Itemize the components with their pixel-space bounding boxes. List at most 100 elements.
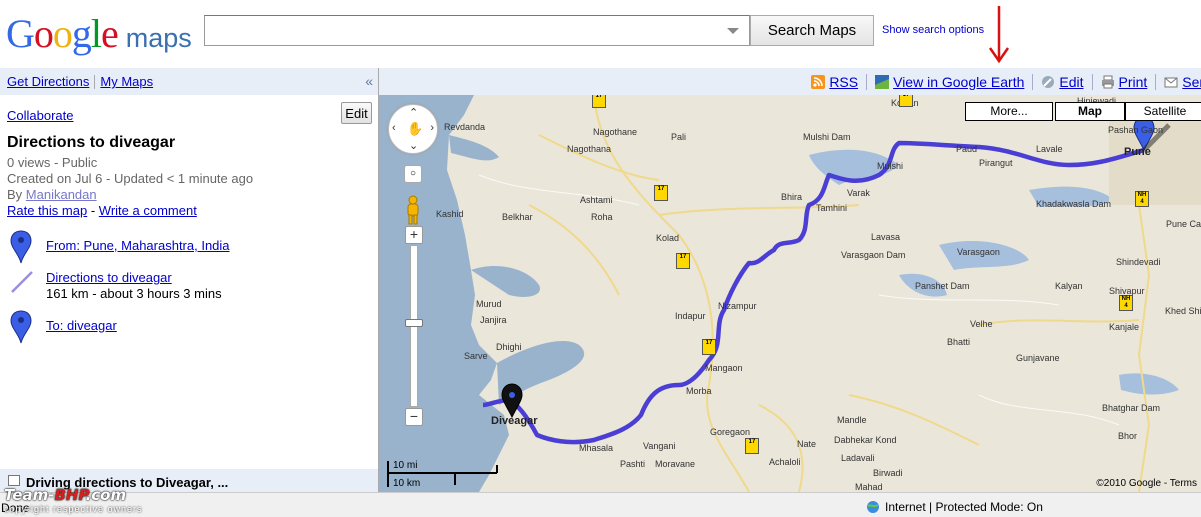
watermark-com: .com [85, 486, 127, 504]
diveagar-marker[interactable] [501, 383, 523, 419]
town-label: Goregaon [710, 427, 751, 437]
earth-label[interactable]: View in Google Earth [893, 74, 1024, 90]
more-layers-button[interactable]: More... [965, 102, 1053, 121]
logo-google: Google [6, 10, 119, 57]
send-link[interactable]: Send [1164, 74, 1201, 90]
left-nav: Get Directions My Maps « [0, 68, 378, 95]
write-comment-link[interactable]: Write a comment [99, 203, 197, 218]
logo-letter: o [52, 11, 73, 56]
pan-up-icon[interactable]: ⌃ [409, 106, 418, 119]
town-label: Khadakwasla Dam [1036, 199, 1112, 209]
scale-miles: 10 mi [393, 460, 418, 471]
created-text: Created on Jul 6 - Updated < 1 minute ag… [7, 171, 254, 186]
print-label[interactable]: Print [1119, 74, 1148, 90]
map-canvas[interactable]: RevdandaNagothanePaliKolvanHinjewadiMuls… [379, 95, 1201, 492]
rate-separator: - [90, 203, 96, 218]
town-label: Kanjale [1109, 322, 1140, 332]
rss-link[interactable]: RSS [811, 74, 858, 90]
rate-map-link[interactable]: Rate this map [7, 203, 87, 218]
creek-shape [471, 265, 540, 297]
author-line: By Manikandan [7, 187, 97, 202]
route-info: 161 km - about 3 hours 3 mins [46, 286, 222, 301]
pan-down-icon[interactable]: ⌄ [409, 139, 418, 152]
author-link[interactable]: Manikandan [26, 187, 97, 202]
zoom-in-button[interactable]: + [405, 226, 423, 244]
town-label: Revdanda [444, 122, 486, 132]
satellite-view-button[interactable]: Satellite [1125, 102, 1201, 121]
edit-button[interactable]: Edit [341, 102, 372, 124]
zoom-out-button[interactable]: − [405, 408, 423, 426]
collapse-panel-icon[interactable]: « [365, 73, 373, 89]
edit-pencil-icon [1042, 75, 1055, 88]
town-label: Mahad [855, 482, 883, 492]
zoom-slider-thumb[interactable] [405, 319, 423, 327]
google-earth-icon [875, 74, 890, 89]
to-link[interactable]: To: diveagar [46, 318, 117, 333]
views-text: 0 views - Public [7, 155, 98, 170]
security-zone[interactable]: Internet | Protected Mode: On [866, 500, 1043, 514]
get-directions-link[interactable]: Get Directions [7, 74, 89, 89]
toolbar-separator [866, 73, 868, 90]
logo-maps: maps [125, 23, 192, 53]
town-label: Sarve [464, 351, 488, 361]
town-label: Nizampur [718, 301, 757, 311]
town-label: Mulshi Dam [803, 132, 851, 142]
town-label: Kalyan [1055, 281, 1083, 291]
town-label: Dabhekar Kond [834, 435, 897, 445]
highway-shield: 17 [745, 438, 759, 454]
nav-separator [94, 74, 96, 89]
route-link[interactable]: Directions to diveagar [46, 270, 172, 285]
town-label: Panshet Dam [915, 281, 970, 291]
town-label: Belkhar [502, 212, 533, 222]
map-terrain [379, 95, 1201, 492]
by-label: By [7, 187, 23, 202]
town-label: Morba [686, 386, 712, 396]
town-label: Indapur [675, 311, 706, 321]
rss-label[interactable]: RSS [829, 74, 858, 90]
route-line-icon [11, 271, 33, 293]
town-label: Kolad [656, 233, 680, 243]
map-view-button[interactable]: Map [1055, 102, 1125, 121]
my-maps-link[interactable]: My Maps [100, 74, 153, 89]
collaborate-link[interactable]: Collaborate [7, 108, 74, 123]
search-box[interactable] [204, 15, 750, 46]
logo-letter: l [90, 11, 102, 56]
send-label[interactable]: Send [1182, 74, 1201, 90]
logo-letter: o [33, 11, 54, 56]
town-label: Pashan Gaon [1108, 125, 1164, 135]
search-input[interactable] [205, 16, 725, 45]
pan-control[interactable]: ⌃ ‹ › ⌄ ✋ [388, 104, 438, 154]
pan-left-icon[interactable]: ‹ [392, 122, 396, 134]
town-label: Paud [956, 144, 978, 154]
town-label: Birwadi [873, 468, 903, 478]
google-maps-logo[interactable]: Google maps [6, 10, 192, 57]
rate-line: Rate this map - Write a comment [7, 203, 197, 218]
blue-marker-icon [10, 230, 32, 264]
reset-view-icon[interactable]: ○ [404, 165, 422, 183]
town-label: Mhasala [579, 443, 614, 453]
search-maps-button[interactable]: Search Maps [750, 15, 874, 46]
from-link[interactable]: From: Pune, Maharashtra, India [46, 238, 230, 253]
pan-right-icon[interactable]: › [430, 122, 434, 134]
left-panel: Get Directions My Maps « Collaborate Edi… [0, 68, 379, 469]
internet-globe-icon [867, 501, 879, 513]
edit-label[interactable]: Edit [1059, 74, 1083, 90]
copyright-text[interactable]: ©2010 Google - Terms [1096, 478, 1197, 489]
town-label: Mandle [837, 415, 867, 425]
town-label: Varasgaon Dam [841, 250, 906, 260]
view-in-google-earth-link[interactable]: View in Google Earth [875, 74, 1024, 90]
town-label: Roha [591, 212, 613, 222]
town-label: Moravane [655, 459, 696, 469]
town-label: Pune [1124, 146, 1151, 158]
street-view-pegman-icon[interactable] [405, 195, 421, 225]
show-search-options-link[interactable]: Show search options [882, 24, 984, 36]
town-label: Pirangut [979, 158, 1013, 168]
highway-shield: 17 [676, 253, 690, 269]
print-link[interactable]: Print [1101, 74, 1148, 90]
edit-link[interactable]: Edit [1041, 74, 1084, 90]
search-history-dropdown-icon[interactable] [727, 28, 739, 34]
highway-shield: 17 [592, 95, 606, 108]
blue-marker-icon [10, 310, 32, 344]
highway-shield: 17 [654, 185, 668, 201]
watermark-bhp: BHP [54, 486, 86, 504]
